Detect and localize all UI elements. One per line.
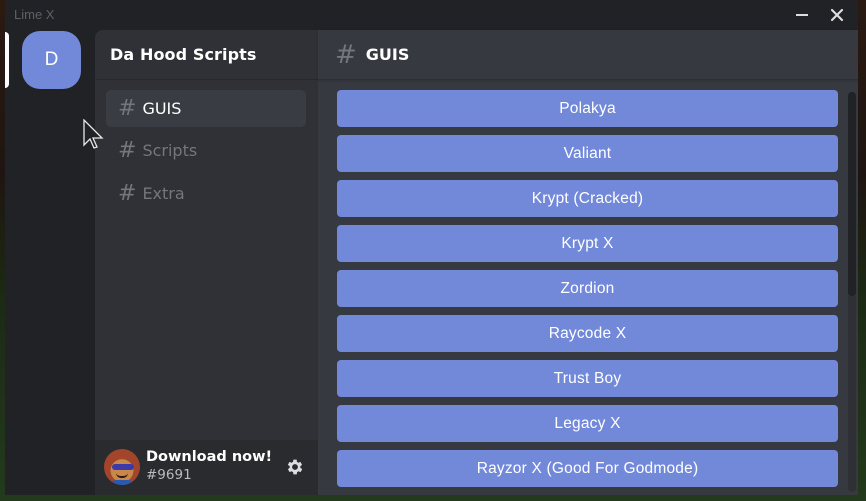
title-bar[interactable]: Lime X (5, 0, 858, 30)
user-panel: Download now! #9691 (95, 440, 318, 495)
server-name-header[interactable]: Da Hood Scripts (95, 30, 318, 80)
avatar-shirt (110, 480, 134, 485)
hash-icon: # (118, 95, 137, 121)
active-server-indicator (5, 32, 9, 88)
close-button[interactable] (826, 4, 848, 26)
window-title: Lime X (14, 7, 55, 22)
channel-title: GUIS (365, 45, 410, 64)
minimize-button[interactable] (791, 4, 813, 26)
user-tag: #9691 (146, 467, 192, 483)
script-button-legacy-x[interactable]: Legacy X (337, 405, 838, 442)
main-panel: # GUIS Polakya Valiant Krypt (Cracked) K… (318, 30, 858, 495)
gear-icon (287, 459, 303, 475)
settings-button[interactable] (285, 457, 305, 477)
minimize-icon (796, 14, 808, 16)
hash-icon: # (118, 137, 137, 163)
script-button-trust-boy[interactable]: Trust Boy (337, 360, 838, 397)
channel-label: Scripts (142, 141, 198, 160)
script-button-valiant[interactable]: Valiant (337, 135, 838, 172)
channel-header: # GUIS (318, 30, 858, 80)
channel-item-extra[interactable]: # Extra (106, 175, 306, 212)
avatar-smile (116, 473, 128, 478)
script-button-rayzor-x[interactable]: Rayzor X (Good For Godmode) (337, 450, 838, 487)
script-button-krypt-x[interactable]: Krypt X (337, 225, 838, 262)
script-button-polakya[interactable]: Polakya (337, 90, 838, 127)
lime-x-window: Lime X D Da Hood Scripts # GUIS # Script… (5, 0, 858, 495)
user-avatar[interactable] (104, 449, 140, 485)
server-rail: D (5, 30, 95, 495)
hash-icon: # (118, 180, 137, 206)
scrollbar-track[interactable] (848, 92, 856, 492)
script-button-raycode-x[interactable]: Raycode X (337, 315, 838, 352)
channel-label: GUIS (142, 99, 182, 118)
user-name: Download now! (146, 449, 273, 465)
avatar-glasses (112, 464, 134, 470)
script-button-list: Polakya Valiant Krypt (Cracked) Krypt X … (337, 90, 839, 495)
channel-label: Extra (142, 184, 185, 203)
server-icon-da-hood[interactable]: D (22, 31, 81, 89)
script-button-zordion[interactable]: Zordion (337, 270, 838, 307)
script-button-krypt-cracked[interactable]: Krypt (Cracked) (337, 180, 838, 217)
channel-sidebar: Da Hood Scripts # GUIS # Scripts # Extra… (95, 30, 318, 495)
scrollbar-thumb[interactable] (848, 92, 856, 296)
close-icon (830, 8, 844, 22)
hash-icon: # (335, 39, 357, 70)
channel-item-scripts[interactable]: # Scripts (106, 132, 306, 169)
channel-item-guis[interactable]: # GUIS (106, 90, 306, 127)
